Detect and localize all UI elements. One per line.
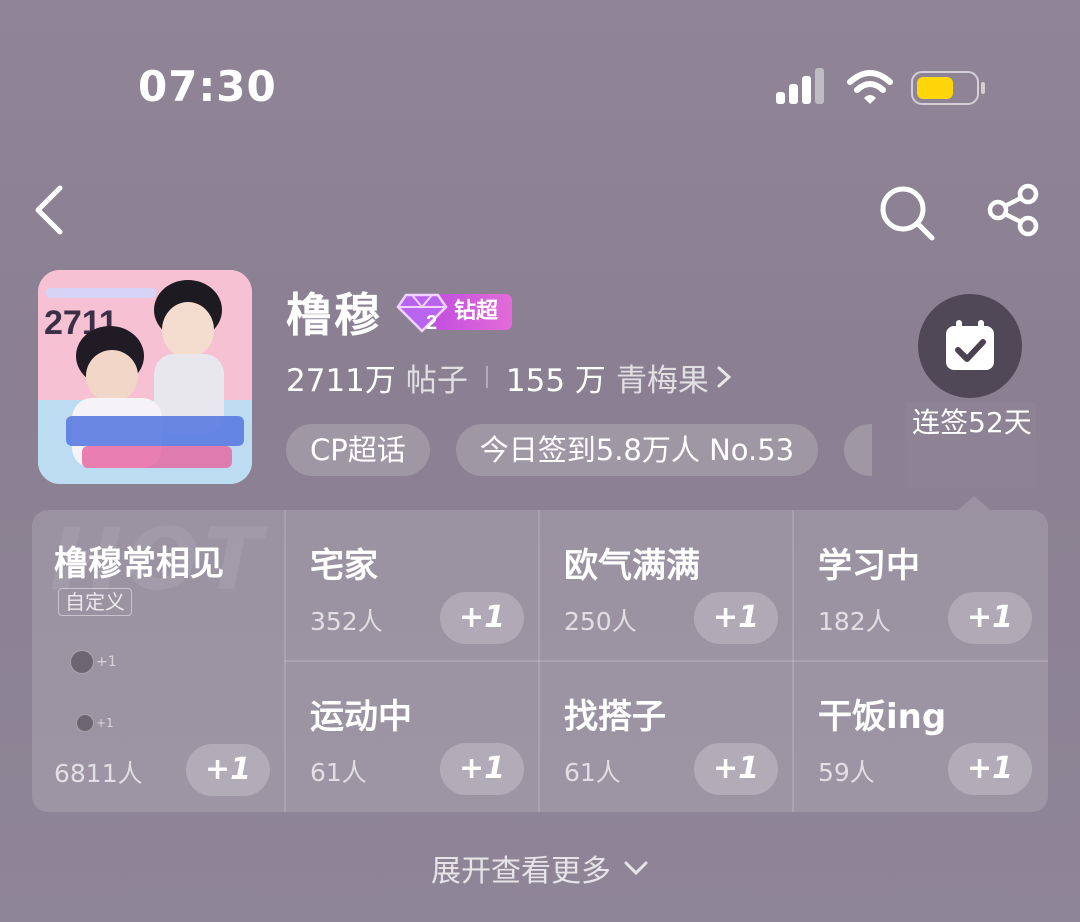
- mood-cell[interactable]: 学习中 182人 +1: [794, 510, 1048, 661]
- main-mood-count: 6811人: [54, 759, 143, 788]
- mood-panel: HOT 橹穆常相见 自定义 +1 +1 6811人 +1 宅家 352人 +1 …: [32, 510, 1048, 812]
- mood-title: 找搭子: [564, 697, 666, 737]
- calendar-check-icon: [946, 320, 994, 370]
- posts-count: 2711万: [286, 362, 396, 399]
- chip-overflow[interactable]: [844, 424, 873, 476]
- main-mood-title: 橹穆常相见: [54, 544, 224, 584]
- cover-illustration: 2711: [38, 270, 252, 484]
- mood-cell[interactable]: 干饭ing 59人 +1: [794, 661, 1048, 812]
- diamond-super-badge[interactable]: 2 钻超: [396, 290, 513, 334]
- checkin-button[interactable]: [918, 294, 1022, 398]
- mood-cell[interactable]: 找搭子 61人 +1: [540, 661, 794, 812]
- checkin-streak-text: 连签52天: [912, 406, 1032, 439]
- topic-title: 橹穆: [286, 288, 382, 342]
- svg-text:2: 2: [426, 312, 437, 334]
- mood-title: 宅家: [310, 546, 378, 586]
- mood-cell[interactable]: 欧气满满 250人 +1: [540, 510, 794, 661]
- plus-one-button[interactable]: +1: [948, 592, 1032, 644]
- mood-main-cell[interactable]: HOT 橹穆常相见 自定义 +1 +1 6811人 +1: [32, 510, 284, 812]
- top-nav-bar: [0, 170, 1080, 250]
- chip-cp-topic[interactable]: CP超话: [286, 424, 430, 476]
- plus-one-button[interactable]: +1: [440, 743, 524, 795]
- mood-count: 352人: [310, 607, 383, 636]
- status-time: 07:30: [138, 62, 277, 111]
- topic-chips: CP超话 今日签到5.8万人 No.53: [286, 424, 873, 476]
- chip-checkin-stats[interactable]: 今日签到5.8万人 No.53: [455, 424, 819, 476]
- main-plus-one-button[interactable]: +1: [186, 744, 270, 796]
- mood-title: 干饭ing: [818, 697, 947, 737]
- custom-tag: 自定义: [58, 588, 132, 616]
- mini-plus-text: +1: [96, 654, 117, 670]
- chevron-down-icon: [624, 861, 648, 876]
- mood-count: 59人: [818, 758, 875, 787]
- mood-count: 250人: [564, 607, 637, 636]
- topic-stats: 2711万 帖子 155 万 青梅果: [286, 352, 733, 402]
- expand-more-button[interactable]: 展开查看更多: [0, 846, 1080, 890]
- plus-one-button[interactable]: +1: [948, 743, 1032, 795]
- chevron-right-icon[interactable]: [715, 364, 733, 390]
- stat-divider: [485, 366, 488, 388]
- wifi-icon: [847, 70, 893, 104]
- mood-cell[interactable]: 宅家 352人 +1: [286, 510, 540, 661]
- mood-title: 运动中: [310, 697, 412, 737]
- mood-count: 61人: [310, 758, 367, 787]
- status-bar: 07:30: [0, 0, 1080, 170]
- search-icon[interactable]: [876, 182, 938, 244]
- cellular-signal-icon: [776, 68, 824, 104]
- share-icon[interactable]: [986, 182, 1042, 238]
- plus-one-button[interactable]: +1: [694, 743, 778, 795]
- topic-title-row: 橹穆 2 钻超: [286, 280, 513, 344]
- panel-pointer: [958, 496, 990, 510]
- diamond-level-icon: 2: [396, 293, 448, 334]
- plus-one-button[interactable]: +1: [440, 592, 524, 644]
- mood-cell[interactable]: 运动中 61人 +1: [286, 661, 540, 812]
- mini-avatar: [76, 714, 94, 732]
- expand-more-label: 展开查看更多: [431, 854, 611, 889]
- posts-label: 帖子: [405, 362, 468, 399]
- back-arrow-icon[interactable]: [28, 182, 72, 238]
- fruit-label[interactable]: 青梅果: [616, 355, 709, 400]
- mood-count: 182人: [818, 607, 891, 636]
- mood-title: 学习中: [818, 546, 920, 586]
- mini-plus-text: +1: [96, 716, 114, 730]
- topic-cover-image[interactable]: 2711: [38, 270, 252, 484]
- mini-avatar: [70, 650, 94, 674]
- mood-title: 欧气满满: [564, 546, 700, 586]
- mood-count: 61人: [564, 758, 621, 787]
- fruit-count[interactable]: 155 万: [506, 355, 606, 400]
- battery-icon: [911, 71, 985, 105]
- plus-one-button[interactable]: +1: [694, 592, 778, 644]
